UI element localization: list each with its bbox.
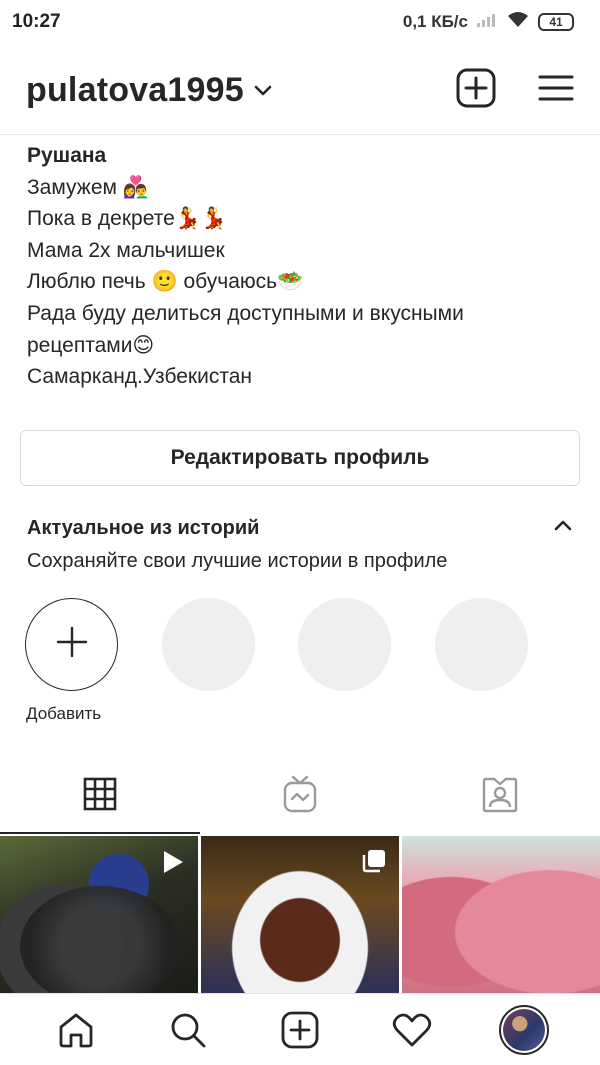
wifi-icon: [506, 11, 530, 34]
post-thumbnail[interactable]: [0, 836, 198, 996]
tagged-icon: [481, 775, 519, 818]
battery-indicator: 41: [538, 13, 574, 31]
header-actions: [456, 68, 574, 113]
highlights-subtitle: Сохраняйте свои лучшие истории в профиле: [27, 550, 448, 572]
search-icon[interactable]: [158, 1000, 218, 1060]
status-bar: 10:27 0,1 КБ/с 41: [0, 0, 600, 44]
header-divider: [0, 134, 600, 135]
igtv-icon: [282, 774, 318, 819]
play-icon: [158, 848, 186, 881]
bio-line: Мама 2х мальчишек: [27, 238, 225, 262]
profile-avatar[interactable]: [494, 1000, 554, 1060]
edit-profile-button[interactable]: Редактировать профиль: [20, 430, 580, 486]
add-highlight-label: Добавить: [26, 704, 102, 723]
profile-tabs: [0, 758, 600, 834]
highlight-placeholder: [298, 598, 391, 691]
bio-line: Люблю печь 🙂 обучаюсь🥗: [27, 270, 304, 294]
home-icon[interactable]: [46, 1000, 106, 1060]
post-thumbnail[interactable]: [402, 836, 600, 996]
bio-line: Пока в декрете💃💃: [27, 207, 228, 231]
profile-header: pulatova1995: [0, 60, 600, 120]
carousel-icon: [361, 848, 387, 879]
signal-icon: [476, 12, 498, 33]
avatar-image: [503, 1008, 545, 1051]
profile-bio: Рушана Замужем 👩‍❤️‍👨 Пока в декрете💃💃 М…: [27, 140, 577, 393]
posts-grid: [0, 836, 600, 996]
bottom-nav: [0, 993, 600, 1065]
status-indicators: 0,1 КБ/с 41: [403, 11, 574, 34]
bio-line: Замужем 👩‍❤️‍👨: [27, 175, 149, 199]
new-post-button[interactable]: [456, 68, 496, 113]
highlights-title: Актуальное из историй: [27, 517, 260, 539]
bio-line: Рада буду делиться доступными и вкусными: [27, 301, 464, 325]
highlight-placeholder: [435, 598, 528, 691]
tab-grid[interactable]: [0, 758, 200, 834]
activity-icon[interactable]: [382, 1000, 442, 1060]
bio-line: рецептами😊: [27, 333, 155, 357]
profile-name: Рушана: [27, 144, 107, 167]
username-switcher[interactable]: pulatova1995: [26, 71, 244, 110]
tab-tagged[interactable]: [400, 758, 600, 834]
highlight-placeholder: [162, 598, 255, 691]
status-time: 10:27: [12, 11, 61, 32]
bio-line: Самарканд.Узбекистан: [27, 365, 252, 389]
chevron-up-icon[interactable]: [552, 518, 574, 539]
avatar: [499, 1004, 549, 1055]
post-thumbnail[interactable]: [201, 836, 399, 996]
add-highlight-button[interactable]: [25, 598, 118, 691]
chevron-down-icon[interactable]: [254, 84, 272, 102]
network-speed: 0,1 КБ/с: [402, 12, 468, 31]
grid-icon: [83, 777, 117, 816]
plus-icon: [55, 625, 89, 664]
menu-icon[interactable]: [538, 74, 574, 107]
tab-igtv[interactable]: [200, 758, 400, 834]
new-post-icon[interactable]: [270, 1000, 330, 1060]
